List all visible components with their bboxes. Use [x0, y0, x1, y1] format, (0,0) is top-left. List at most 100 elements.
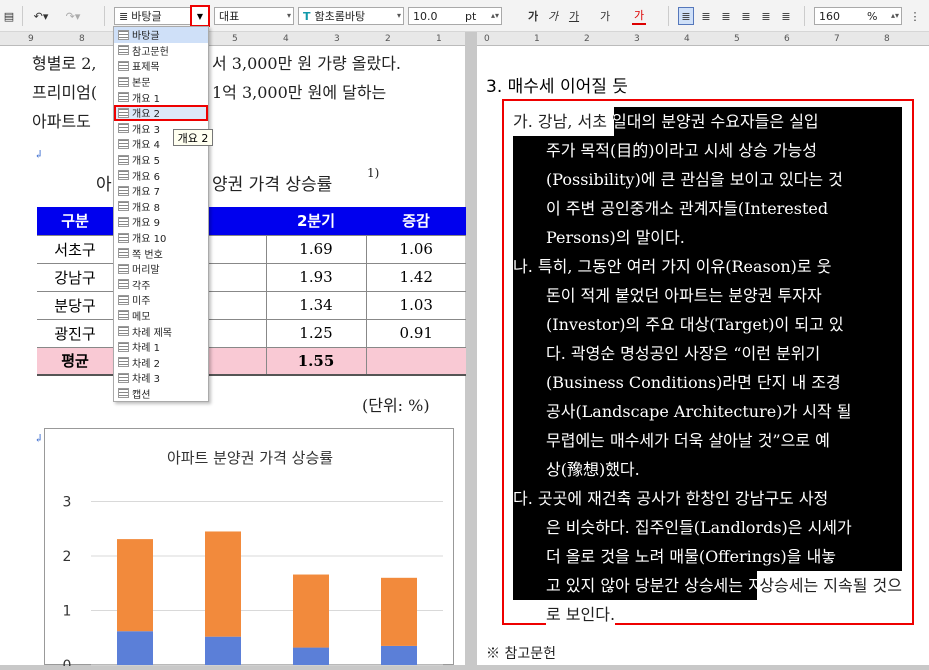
paragraph-style-icon — [118, 279, 129, 290]
body-line: (Possibility)에 큰 관심을 보이고 있다는 것 — [546, 170, 843, 189]
align-center-icon[interactable]: ≣ — [718, 7, 734, 25]
body-line-2b: 1억 3,000만 원에 달하는 — [212, 83, 387, 102]
paragraph-style-icon — [118, 263, 129, 274]
chart-title: 아파트 분양권 가격 상승률 — [167, 449, 333, 467]
table-cell — [365, 347, 466, 376]
style-menu-item[interactable]: 개요 5 — [114, 152, 208, 168]
paragraph-style-icon — [118, 76, 129, 87]
bar-segment — [381, 577, 417, 646]
paragraph-style-icon — [118, 170, 129, 181]
ruler-number: 4 — [684, 34, 690, 44]
ruler-number: 4 — [283, 34, 289, 44]
align-justify-icon[interactable]: ≣ — [678, 7, 694, 25]
style-menu-item[interactable]: 바탕글 — [114, 27, 208, 43]
table-cell: 1.42 — [365, 263, 466, 292]
bar-segment — [117, 631, 153, 665]
ruler-number: 9 — [28, 34, 34, 44]
paragraph-style-icon — [118, 388, 129, 399]
body-line: 은 비슷하다. 집주인들(Landlords)은 시세가 — [546, 518, 852, 537]
style-menu-item[interactable]: 각주 — [114, 277, 208, 293]
style-menu-item[interactable]: 메모 — [114, 308, 208, 324]
align-divide-icon[interactable]: ≣ — [778, 7, 794, 25]
ruler-number: 5 — [232, 34, 238, 44]
align-left-icon[interactable]: ≣ — [698, 7, 714, 25]
style-menu-item[interactable]: 개요 10 — [114, 230, 208, 246]
bar-segment — [381, 645, 417, 665]
align-distribute-icon[interactable]: ≣ — [758, 7, 774, 25]
paragraph-style-icon — [118, 138, 129, 149]
strike-button[interactable]: 가 — [598, 7, 612, 25]
align-right-icon[interactable]: ≣ — [738, 7, 754, 25]
paragraph-style-icon — [118, 154, 129, 165]
bar-segment — [117, 539, 153, 632]
undo-icon[interactable]: ↶▾ — [30, 7, 52, 25]
table-row: 분당구 1.34 1.03 — [37, 291, 466, 320]
body-line-3: 아파트도 — [32, 112, 91, 131]
ruler-number: 3 — [334, 34, 340, 44]
table-row: 강남구 1.93 1.42 — [37, 263, 466, 292]
toolbar-more-icon[interactable]: ⋮ — [908, 7, 922, 25]
represent-combo[interactable]: 대표 ▾ — [214, 7, 294, 25]
ruler-left: 987654321 — [0, 32, 465, 46]
paragraph-style-icon — [118, 341, 129, 352]
body-line: 상(豫想)했다. — [546, 460, 640, 479]
font-combo[interactable]: T 함초롬바탕 ▾ — [298, 7, 404, 25]
table-header-cell: 2분기 — [266, 207, 366, 236]
style-menu-item[interactable]: 차례 2 — [114, 354, 208, 370]
style-menu-label: 개요 2 — [132, 109, 160, 121]
redo-icon[interactable]: ↷▾ — [62, 7, 84, 25]
body-line-1a: 형별로 2, — [32, 54, 97, 73]
table-row: 광진구 1.25 0.91 — [37, 319, 466, 348]
style-menu-item[interactable]: 차례 3 — [114, 370, 208, 386]
ruler-number: 2 — [584, 34, 590, 44]
menu-icon[interactable]: ▤ — [2, 7, 16, 25]
bar-segment — [293, 574, 329, 648]
style-menu-item[interactable]: 머리말 — [114, 261, 208, 277]
style-menu-item[interactable]: 본문 — [114, 74, 208, 90]
style-menu-label: 차례 2 — [132, 358, 160, 370]
font-color-button[interactable]: 가 — [632, 7, 646, 25]
body-line: Persons)의 말이다. — [546, 228, 685, 247]
style-menu-label: 차례 제목 — [132, 327, 172, 339]
zoom-combo[interactable]: 160% ▴▾ — [814, 7, 902, 25]
body-line: 나. 특히, 그동안 여러 가지 이유(Reason)로 웃 — [513, 257, 832, 276]
y-tick-label: 1 — [63, 604, 72, 620]
style-dropdown-button[interactable]: ▼ — [190, 5, 210, 27]
style-menu-item[interactable]: 쪽 번호 — [114, 245, 208, 261]
style-menu-label: 각주 — [132, 280, 151, 292]
table-cell: 분당구 — [37, 291, 113, 320]
body-line: (Investor)의 주요 대상(Target)이 되고 있 — [546, 315, 844, 334]
style-menu-item[interactable]: 개요 1 — [114, 89, 208, 105]
style-menu-item[interactable]: 개요 2 — [114, 104, 208, 121]
italic-button[interactable]: 가 — [546, 7, 560, 25]
bold-button[interactable]: 가 — [526, 7, 540, 25]
body-line-1b: 서 3,000만 원 가량 올랐다. — [212, 54, 401, 73]
style-menu-item[interactable]: 표제목 — [114, 58, 208, 74]
body-line: 공사(Landscape Architecture)가 시작 될 — [546, 402, 852, 421]
body-line-unselected: 가. 강남, 서초 일대의 분양권 수요자들은 실입 — [513, 107, 614, 136]
style-menu-item[interactable]: 개요 7 — [114, 183, 208, 199]
style-menu-item[interactable]: 차례 제목 — [114, 323, 208, 339]
style-menu-item[interactable]: 차례 1 — [114, 339, 208, 355]
table-cell: 강남구 — [37, 263, 113, 292]
underline-button[interactable]: 가 — [566, 7, 582, 25]
body-line: 이 주변 공인중개소 관계자들(Interested — [546, 199, 829, 218]
table-cell: 1.55 — [265, 347, 366, 376]
style-menu-label: 개요 3 — [132, 124, 160, 136]
style-menu-label: 개요 1 — [132, 93, 160, 105]
body-line: 다. 곽영순 명성공인 사장은 “이런 분위기 — [546, 344, 821, 363]
style-menu-label: 참고문헌 — [132, 46, 169, 58]
chart-frame[interactable]: 아파트 분양권 가격 상승률 0 1 2 3 — [44, 428, 454, 670]
paragraph-style-icon — [118, 201, 129, 212]
ruler-number: 8 — [79, 34, 85, 44]
ruler-number: 1 — [534, 34, 540, 44]
style-menu-item[interactable]: 개요 8 — [114, 199, 208, 215]
paragraph-style-icon — [118, 45, 129, 56]
style-dropdown-menu[interactable]: 바탕글 참고문헌 표제목 본문 개요 1 개요 2 개요 3 개요 4 개요 5 개요 6 개요 7… — [113, 26, 209, 402]
style-menu-item[interactable]: 참고문헌 — [114, 43, 208, 59]
font-size-combo[interactable]: 10.0 pt ▴▾ — [408, 7, 502, 25]
style-menu-item[interactable]: 개요 6 — [114, 167, 208, 183]
style-menu-item[interactable]: 개요 9 — [114, 214, 208, 230]
style-menu-item[interactable]: 캡션 — [114, 386, 208, 402]
style-menu-item[interactable]: 미주 — [114, 292, 208, 308]
